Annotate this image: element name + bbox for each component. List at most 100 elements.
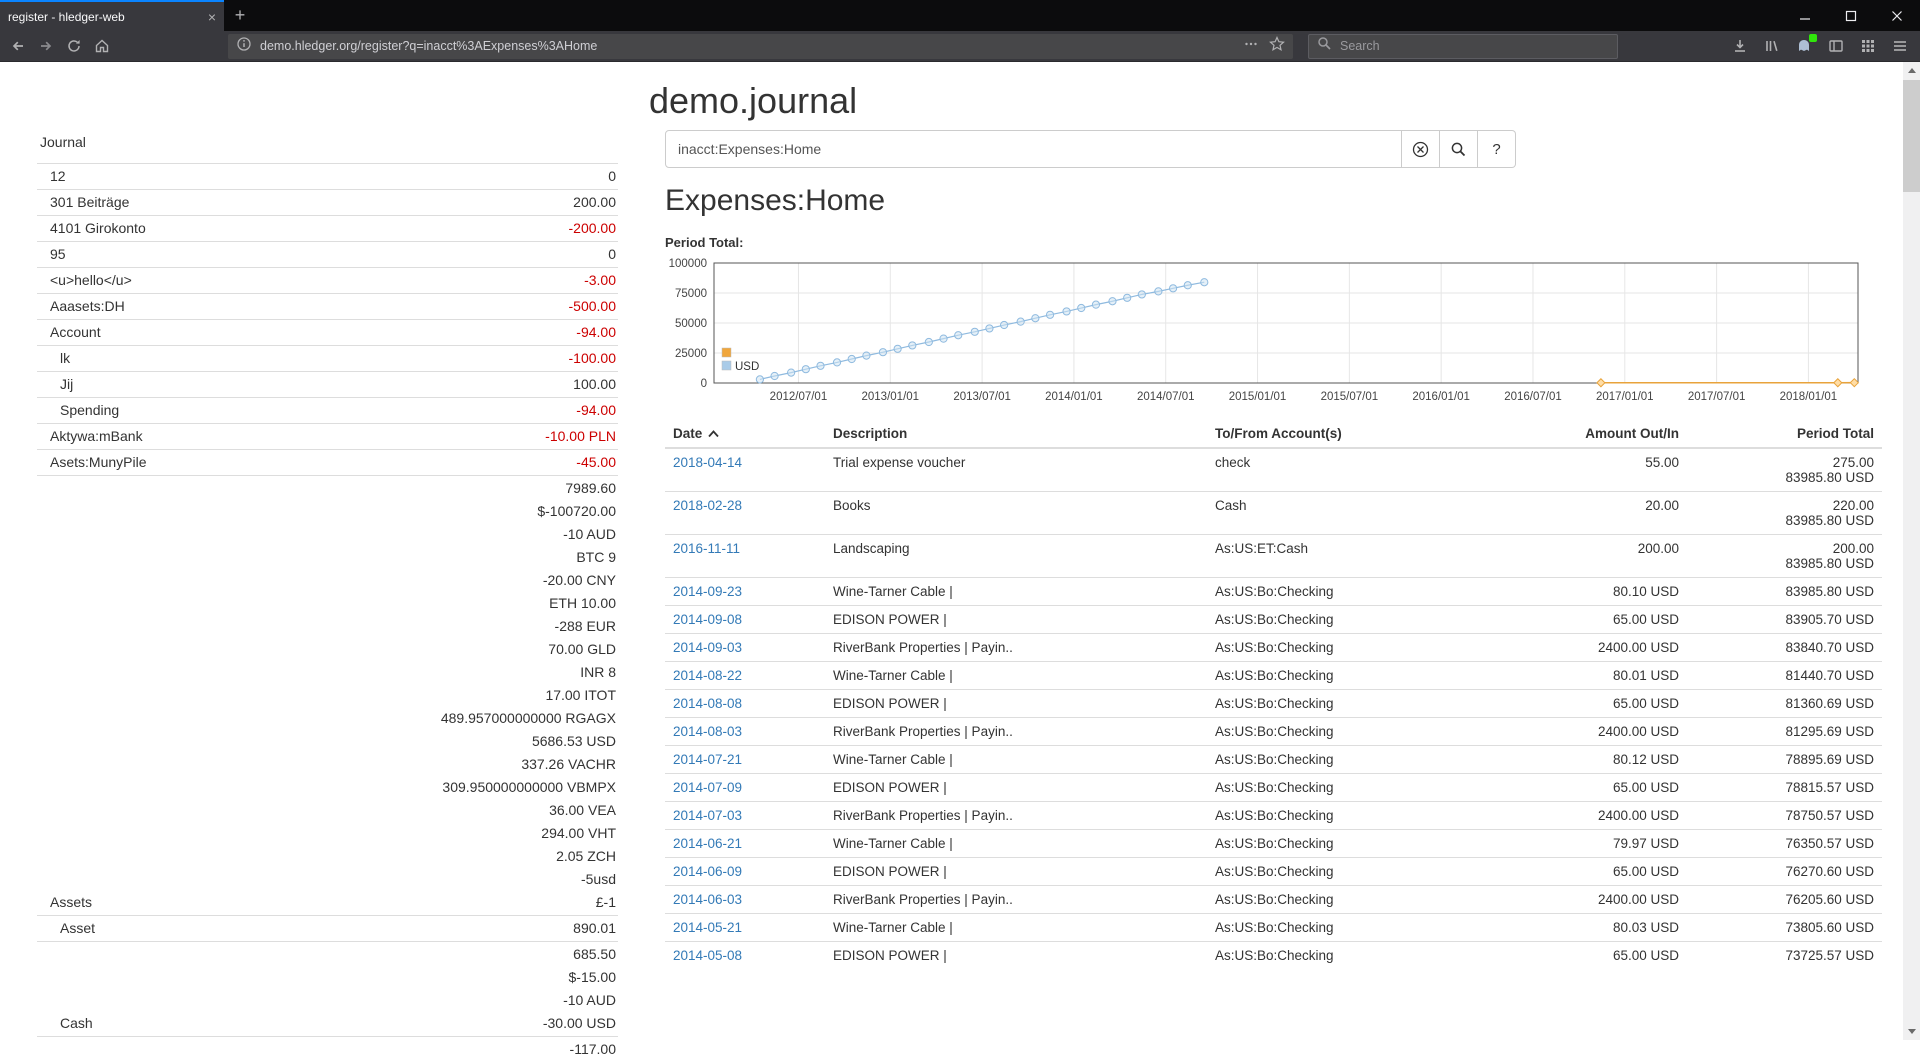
account-balance: -94.00 xyxy=(576,321,616,344)
sidebar-account-row[interactable]: Asset890.01 xyxy=(37,915,618,941)
sidebar-account-row[interactable]: Asets:MunyPile-45.00 xyxy=(37,449,618,475)
account-name[interactable]: lk xyxy=(37,347,70,370)
sidebar-account-row[interactable]: Spending-94.00 xyxy=(37,397,618,423)
balance-amount: 70.00 GLD xyxy=(441,638,616,661)
transaction-date-link[interactable]: 2016-11-11 xyxy=(673,541,740,556)
balance-amount: -500.00 xyxy=(569,295,616,318)
transaction-description: Wine-Tarner Cable | xyxy=(825,746,1207,774)
transaction-amount: 2400.00 USD xyxy=(1487,634,1687,662)
transaction-date-link[interactable]: 2014-06-03 xyxy=(673,892,742,907)
account-name[interactable]: Asset xyxy=(37,917,95,940)
sidebar-account-row[interactable]: Assets7989.60$-100720.00-10 AUDBTC 9-20.… xyxy=(37,475,618,915)
account-name[interactable]: Assets xyxy=(37,891,92,914)
svg-text:2012/07/01: 2012/07/01 xyxy=(770,391,828,403)
transaction-date-link[interactable]: 2014-09-03 xyxy=(673,640,742,655)
sidebar-account-row[interactable]: lk-100.00 xyxy=(37,345,618,371)
menu-hamburger-icon[interactable] xyxy=(1886,32,1914,60)
sidebar-account-row[interactable]: 12 0 xyxy=(37,163,618,189)
reload-button[interactable] xyxy=(60,32,88,60)
page-actions-icon[interactable] xyxy=(1243,36,1259,57)
account-name[interactable]: 95 xyxy=(37,243,66,266)
column-header-date[interactable]: Date xyxy=(665,420,825,448)
account-name[interactable]: Cash xyxy=(37,1012,93,1035)
transaction-amount: 2400.00 USD xyxy=(1487,886,1687,914)
transaction-amount: 2400.00 USD xyxy=(1487,802,1687,830)
account-name[interactable]: Asets:MunyPile xyxy=(37,451,146,474)
balance-amount: BTC 9 xyxy=(441,546,616,569)
account-name[interactable]: 12 xyxy=(37,165,66,188)
new-tab-button[interactable]: + xyxy=(224,0,256,31)
sidebar-account-row[interactable]: Aaasets:DH -500.00 xyxy=(37,293,618,319)
tab-close-icon[interactable]: × xyxy=(208,10,216,24)
sidebar-account-row[interactable]: 4101 Girokonto-200.00 xyxy=(37,215,618,241)
transaction-amount: 65.00 USD xyxy=(1487,774,1687,802)
period-running-total: 83985.80 USD xyxy=(1687,578,1882,606)
library-icon[interactable] xyxy=(1758,32,1786,60)
account-name[interactable]: 4101 Girokonto xyxy=(37,217,146,240)
period-running-total: 81295.69 USD xyxy=(1687,718,1882,746)
transaction-date-link[interactable]: 2018-02-28 xyxy=(673,498,742,513)
back-button[interactable] xyxy=(4,32,32,60)
home-button[interactable] xyxy=(88,32,116,60)
transaction-account: As:US:Bo:Checking xyxy=(1207,830,1487,858)
transaction-date-link[interactable]: 2014-06-09 xyxy=(673,864,742,879)
sidebar-account-row[interactable]: Jij100.00 xyxy=(37,371,618,397)
sidebar-account-row[interactable]: 950 xyxy=(37,241,618,267)
sidebar-account-row[interactable]: Cash685.50$-15.00-10 AUD-30.00 USD xyxy=(37,941,618,1036)
window-minimize-button[interactable] xyxy=(1782,0,1828,31)
transaction-date-link[interactable]: 2018-04-14 xyxy=(673,455,742,470)
transaction-date-link[interactable]: 2014-09-23 xyxy=(673,584,742,599)
clear-query-button[interactable] xyxy=(1402,130,1440,168)
bookmark-star-icon[interactable] xyxy=(1269,36,1285,57)
sidebar-account-row[interactable]: Aktywa:mBank-10.00 PLN xyxy=(37,423,618,449)
browser-search-field[interactable]: Search xyxy=(1308,34,1618,59)
url-bar[interactable]: demo.hledger.org/register?q=inacct%3AExp… xyxy=(228,34,1293,59)
account-name[interactable]: Spending xyxy=(37,399,119,422)
account-name[interactable]: 301 Beiträge xyxy=(37,191,129,214)
transaction-date-link[interactable]: 2014-07-03 xyxy=(673,808,742,823)
transaction-amount: 80.01 USD xyxy=(1487,662,1687,690)
help-button[interactable]: ? xyxy=(1478,130,1516,168)
sidebar-account-row[interactable]: <u>hello</u>-3.00 xyxy=(37,267,618,293)
transaction-date-link[interactable]: 2014-08-03 xyxy=(673,724,742,739)
sidebar-account-row[interactable]: 301 Beiträge200.00 xyxy=(37,189,618,215)
tab-title: register - hledger-web xyxy=(8,10,200,24)
window-restore-button[interactable] xyxy=(1828,0,1874,31)
transaction-date-link[interactable]: 2014-09-08 xyxy=(673,612,742,627)
account-name[interactable]: Aktywa:mBank xyxy=(37,425,143,448)
account-heading: Expenses:Home xyxy=(665,184,885,218)
extension-icon[interactable] xyxy=(1790,32,1818,60)
window-close-button[interactable] xyxy=(1874,0,1920,31)
transaction-amount: 80.03 USD xyxy=(1487,914,1687,942)
transaction-description: Wine-Tarner Cable | xyxy=(825,578,1207,606)
account-name[interactable]: Aaasets:DH xyxy=(37,295,125,318)
transaction-date-link[interactable]: 2014-08-22 xyxy=(673,668,742,683)
apps-grid-icon[interactable] xyxy=(1854,32,1882,60)
account-balance: 0 xyxy=(608,165,616,188)
browser-tab[interactable]: register - hledger-web × xyxy=(0,0,224,31)
account-name[interactable]: Account xyxy=(37,321,101,344)
scrollbar-thumb[interactable] xyxy=(1903,80,1920,192)
downloads-icon[interactable] xyxy=(1726,32,1754,60)
scrollbar-down-arrow[interactable] xyxy=(1903,1023,1920,1040)
transaction-date-link[interactable]: 2014-07-09 xyxy=(673,780,742,795)
transaction-date-link[interactable]: 2014-08-08 xyxy=(673,696,742,711)
forward-button[interactable] xyxy=(32,32,60,60)
sidebar-account-row[interactable]: Account -94.00 xyxy=(37,319,618,345)
transaction-date-link[interactable]: 2014-07-21 xyxy=(673,752,742,767)
transaction-amount: 65.00 USD xyxy=(1487,942,1687,970)
transaction-description: RiverBank Properties | Payin.. xyxy=(825,886,1207,914)
transaction-date-link[interactable]: 2014-05-08 xyxy=(673,948,742,963)
column-header-account: To/From Account(s) xyxy=(1207,420,1487,448)
query-input[interactable] xyxy=(665,130,1402,168)
sidebar-toggle-icon[interactable] xyxy=(1822,32,1850,60)
transaction-date-link[interactable]: 2014-05-21 xyxy=(673,920,742,935)
site-info-icon[interactable] xyxy=(236,36,252,57)
scrollbar-up-arrow[interactable] xyxy=(1903,62,1920,79)
sidebar-journal-link[interactable]: Journal xyxy=(37,130,618,163)
account-name[interactable]: <u>hello</u> xyxy=(37,269,132,292)
page-scrollbar[interactable] xyxy=(1903,62,1920,1040)
search-button[interactable] xyxy=(1440,130,1478,168)
transaction-date-link[interactable]: 2014-06-21 xyxy=(673,836,742,851)
account-name[interactable]: Jij xyxy=(37,373,73,396)
